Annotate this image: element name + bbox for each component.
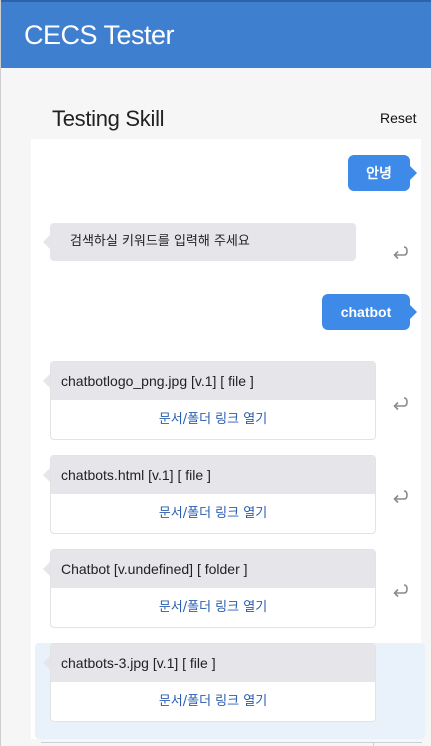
app-title: CECS Tester <box>24 20 175 50</box>
result-card: chatbots-3.jpg [v.1] [ file ] 문서/폴더 링크 열… <box>43 643 376 722</box>
user-message-bubble: chatbot <box>322 294 417 330</box>
app-header: CECS Tester <box>1 0 431 68</box>
result-title: chatbotlogo_png.jpg [v.1] [ file ] <box>43 362 375 400</box>
bot-message-bubble: 검색하실 키워드를 입력해 주세요 <box>43 223 356 261</box>
message-input[interactable] <box>41 742 421 746</box>
result-card: chatbots.html [v.1] [ file ] 문서/폴더 링크 열기 <box>43 455 376 534</box>
reply-arrow-icon[interactable] <box>391 395 409 413</box>
result-card: chatbotlogo_png.jpg [v.1] [ file ] 문서/폴더… <box>43 361 376 440</box>
reply-arrow-icon[interactable] <box>391 582 409 600</box>
result-card: Chatbot [v.undefined] [ folder ] 문서/폴더 링… <box>43 549 376 628</box>
send-button[interactable] <box>373 742 422 746</box>
result-title: chatbots-3.jpg [v.1] [ file ] <box>43 644 375 682</box>
panel-title: Testing Skill <box>52 106 165 131</box>
result-title: Chatbot [v.undefined] [ folder ] <box>43 550 375 588</box>
open-link-button[interactable]: 문서/폴더 링크 열기 <box>51 682 375 721</box>
reply-arrow-icon[interactable] <box>391 488 409 506</box>
open-link-button[interactable]: 문서/폴더 링크 열기 <box>51 494 375 533</box>
open-link-button[interactable]: 문서/폴더 링크 열기 <box>51 588 375 627</box>
reset-button[interactable]: Reset <box>380 110 417 126</box>
reply-arrow-icon[interactable] <box>391 244 409 262</box>
user-message-bubble: 안녕 <box>348 155 417 191</box>
open-link-button[interactable]: 문서/폴더 링크 열기 <box>51 400 375 439</box>
app-window: CECS Tester Testing Skill Reset 안녕 검색하실 … <box>0 0 432 746</box>
result-title: chatbots.html [v.1] [ file ] <box>43 456 375 494</box>
